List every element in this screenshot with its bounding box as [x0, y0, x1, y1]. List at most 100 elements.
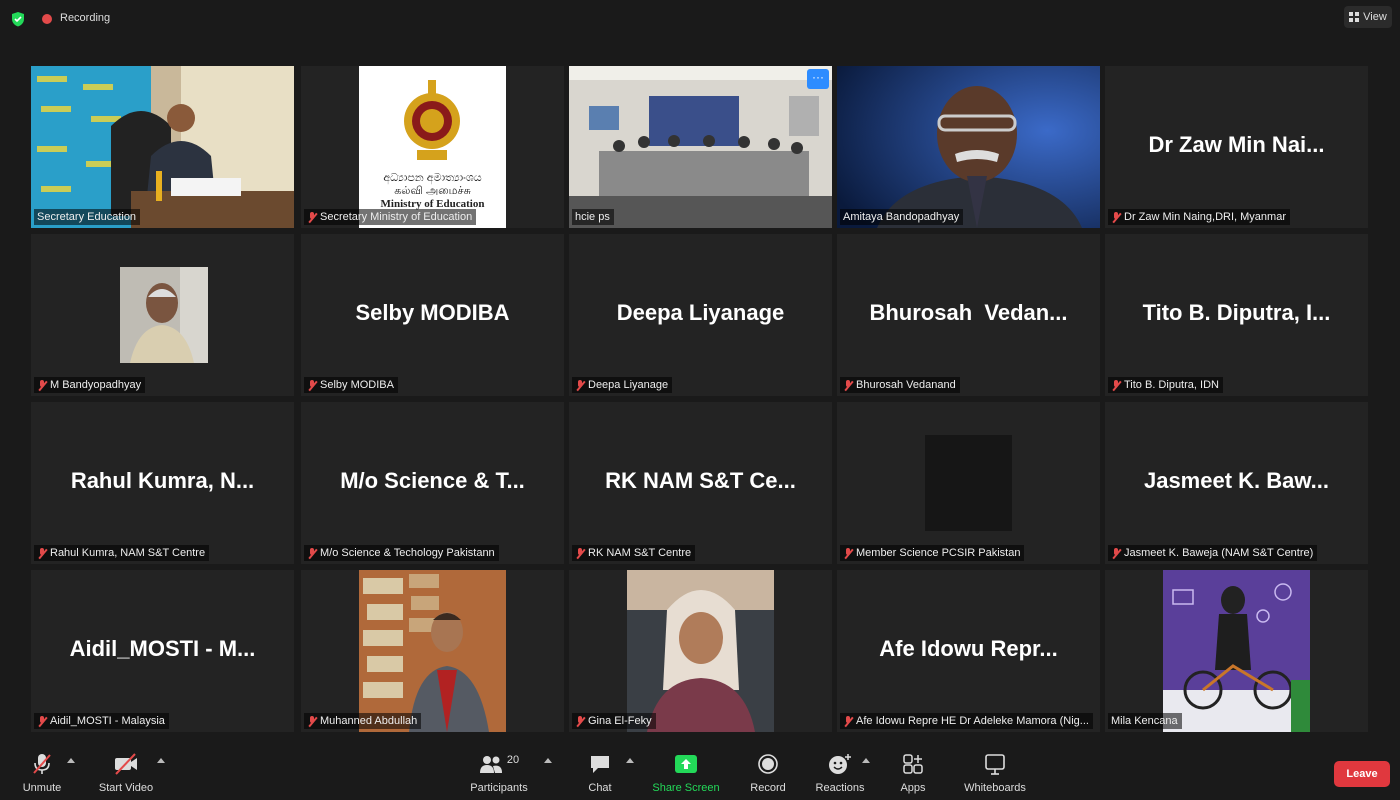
participant-display-name: RK NAM S&T Ce... [605, 468, 796, 493]
participant-name: Rahul Kumra, NAM S&T Centre [50, 547, 206, 559]
reactions-options-caret-icon[interactable] [862, 758, 870, 763]
participant-tile-rk-nam[interactable]: RK NAM S&T Ce... RK NAM S&T Centre [569, 402, 832, 564]
mic-muted-icon [1111, 211, 1121, 223]
participant-tile-muhanned-abdullah[interactable]: Muhanned Abdullah [301, 570, 564, 732]
more-options-button[interactable]: ··· [807, 69, 829, 89]
participant-nameplate: Member Science PCSIR Pakistan [840, 545, 1025, 561]
reactions-smiley-icon [829, 754, 851, 774]
share-screen-button[interactable]: Share Screen [650, 752, 722, 794]
participant-video [1163, 570, 1310, 732]
participant-name: M/o Science & Techology Pakistann [320, 547, 495, 559]
participant-display-name: Aidil_MOSTI - M... [69, 636, 256, 661]
participant-nameplate: Bhurosah Vedanand [840, 377, 960, 393]
participant-video [837, 66, 1100, 228]
participant-tile-m-bandyopadhyay[interactable]: M Bandyopadhyay [31, 234, 294, 396]
participant-nameplate: Aidil_MOSTI - Malaysia [34, 713, 169, 729]
reactions-button[interactable]: Reactions [812, 752, 868, 794]
view-button[interactable]: View [1344, 6, 1392, 28]
participant-nameplate: Rahul Kumra, NAM S&T Centre [34, 545, 210, 561]
participant-tile-tito-diputra[interactable]: Tito B. Diputra, I... Tito B. Diputra, I… [1105, 234, 1368, 396]
start-video-label: Start Video [98, 782, 154, 794]
participant-tile-rahul-kumra[interactable]: Rahul Kumra, N... Rahul Kumra, NAM S&T C… [31, 402, 294, 564]
apps-button[interactable]: Apps [894, 752, 932, 794]
unmute-button[interactable]: Unmute [18, 752, 66, 794]
share-screen-icon [675, 755, 697, 773]
participant-name: Bhurosah Vedanand [856, 379, 956, 391]
participant-name: Tito B. Diputra, IDN [1124, 379, 1219, 391]
video-options-caret-icon[interactable] [157, 758, 165, 763]
mic-muted-icon [843, 379, 853, 391]
participant-tile-gina-el-feky[interactable]: Gina El-Feky [569, 570, 832, 732]
mic-muted-icon [843, 715, 853, 727]
participant-tile-hcie-ps[interactable]: ··· hcie ps [569, 66, 832, 228]
apps-icon [903, 754, 923, 774]
participant-name: Amitaya Bandopadhyay [843, 211, 960, 223]
participant-nameplate: Secretary Ministry of Education [304, 209, 477, 225]
participant-video [120, 267, 208, 363]
participant-display-name: Jasmeet K. Baw... [1143, 468, 1330, 493]
participant-tile-jasmeet-baweja[interactable]: Jasmeet K. Baw... Jasmeet K. Baweja (NAM… [1105, 402, 1368, 564]
participants-icon [479, 756, 502, 773]
participant-tile-afe-idowu[interactable]: Afe Idowu Repr... Afe Idowu Repre HE Dr … [837, 570, 1100, 732]
participants-options-caret-icon[interactable] [544, 758, 552, 763]
mic-muted-icon [575, 379, 585, 391]
participant-nameplate: Dr Zaw Min Naing,DRI, Myanmar [1108, 209, 1290, 225]
participants-count: 20 [506, 754, 520, 766]
participant-tile-mo-science-pakistan[interactable]: M/o Science & T... M/o Science & Techolo… [301, 402, 564, 564]
participant-nameplate: Amitaya Bandopadhyay [840, 209, 964, 225]
participants-button[interactable]: 20 Participants [466, 752, 532, 794]
mic-muted-icon [37, 379, 47, 391]
ministry-logo: අධ්‍යාපන අමාත්‍යාංශය கல்வி அமைச்சு Minis… [359, 66, 506, 228]
record-button[interactable]: Record [746, 752, 790, 794]
recording-dot-icon[interactable] [42, 14, 52, 24]
participant-name: RK NAM S&T Centre [588, 547, 692, 559]
logo-line-tamil: கல்வி அமைச்சு [394, 185, 471, 197]
participant-nameplate: Muhanned Abdullah [304, 713, 422, 729]
view-label: View [1363, 11, 1387, 23]
participant-name: Selby MODIBA [320, 379, 394, 391]
participant-nameplate: Secretary Education [34, 209, 141, 225]
participant-tile-bhurosah-vedanand[interactable]: Bhurosah Vedan... Bhurosah Vedanand [837, 234, 1100, 396]
whiteboards-button[interactable]: Whiteboards [958, 752, 1032, 794]
participant-tile-deepa-liyanage[interactable]: Deepa Liyanage Deepa Liyanage [569, 234, 832, 396]
participant-name: M Bandyopadhyay [50, 379, 142, 391]
mic-muted-icon [575, 547, 585, 559]
participant-video [627, 570, 774, 732]
logo-line-sinhala: අධ්‍යාපන අමාත්‍යාංශය [383, 172, 482, 184]
whiteboard-icon [985, 754, 1005, 775]
mic-muted-icon [37, 715, 47, 727]
grid-view-icon [1349, 12, 1360, 22]
chat-button[interactable]: Chat [583, 752, 617, 794]
start-video-button[interactable]: Start Video [96, 752, 156, 794]
participant-tile-zaw-min-naing[interactable]: Dr Zaw Min Nai... Dr Zaw Min Naing,DRI, … [1105, 66, 1368, 228]
participant-tile-mila-kencana[interactable]: Mila Kencana [1105, 570, 1368, 732]
record-label: Record [750, 782, 786, 794]
participant-display-name: Tito B. Diputra, I... [1142, 300, 1331, 325]
participant-tile-selby-modiba[interactable]: Selby MODIBA Selby MODIBA [301, 234, 564, 396]
recording-label[interactable]: Recording [60, 12, 110, 24]
video-camera-off-icon [115, 753, 137, 775]
participant-display-name: Deepa Liyanage [616, 300, 785, 325]
mic-muted-icon [37, 547, 47, 559]
participant-tile-amitaya[interactable]: Amitaya Bandopadhyay [837, 66, 1100, 228]
participant-nameplate: Jasmeet K. Baweja (NAM S&T Centre) [1108, 545, 1318, 561]
ministry-emblem-icon [404, 80, 460, 160]
leave-button[interactable]: Leave [1334, 761, 1390, 787]
participant-nameplate: Tito B. Diputra, IDN [1108, 377, 1223, 393]
participant-tile-aidil-mosti[interactable]: Aidil_MOSTI - M... Aidil_MOSTI - Malaysi… [31, 570, 294, 732]
chat-options-caret-icon[interactable] [626, 758, 634, 763]
participant-tile-secretary-education[interactable]: Secretary Education [31, 66, 294, 228]
audio-options-caret-icon[interactable] [67, 758, 75, 763]
participant-name: Aidil_MOSTI - Malaysia [50, 715, 165, 727]
participant-nameplate: hcie ps [572, 209, 614, 225]
mic-muted-icon [307, 379, 317, 391]
mic-muted-icon [307, 547, 317, 559]
participant-nameplate: Afe Idowu Repre HE Dr Adeleke Mamora (Ni… [840, 713, 1093, 729]
participant-tile-secretary-ministry[interactable]: අධ්‍යාපන අමාත්‍යාංශය கல்வி அமைச்சு Minis… [301, 66, 564, 228]
security-shield-icon[interactable] [10, 11, 26, 27]
participant-tile-member-science-pcsir[interactable]: Member Science PCSIR Pakistan [837, 402, 1100, 564]
mic-muted-icon [307, 715, 317, 727]
participant-name: hcie ps [575, 211, 610, 223]
mic-muted-icon [843, 547, 853, 559]
reactions-label: Reactions [815, 782, 865, 794]
